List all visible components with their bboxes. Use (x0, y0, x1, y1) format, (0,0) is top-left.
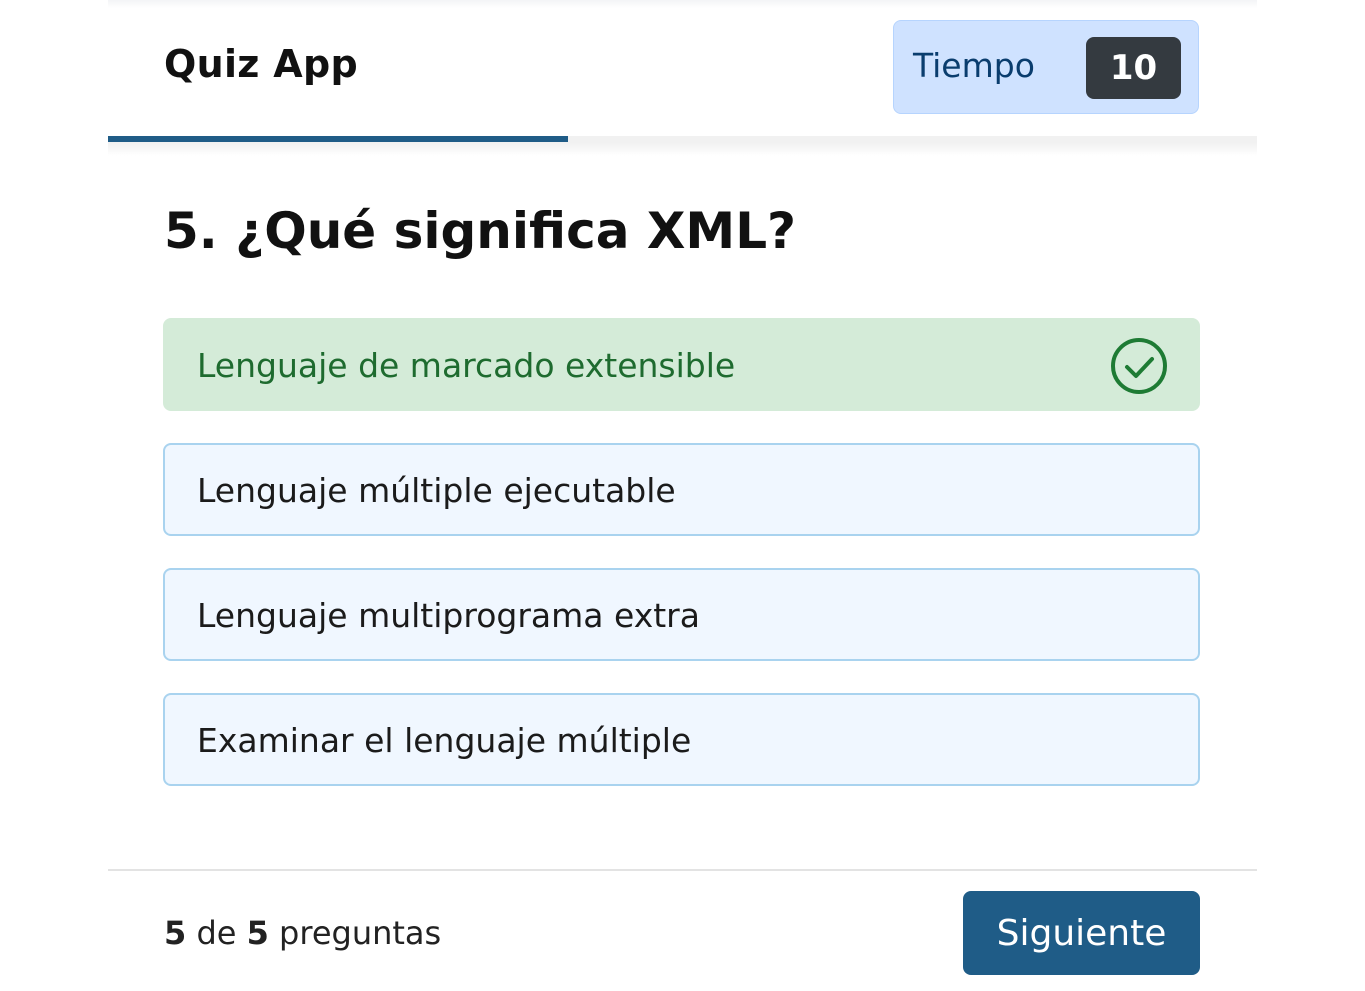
option-4[interactable]: Examinar el lenguaje múltiple (163, 693, 1200, 786)
question-counter: 5 de 5 preguntas (164, 914, 441, 952)
option-3[interactable]: Lenguaje multiprograma extra (163, 568, 1200, 661)
option-label: Examinar el lenguaje múltiple (197, 721, 692, 760)
counter-of: de (196, 914, 237, 952)
quiz-card: Quiz App Tiempo 10 5. ¿Qué significa XML… (108, 0, 1257, 991)
next-button[interactable]: Siguiente (963, 891, 1200, 975)
quiz-header: Quiz App Tiempo 10 (108, 0, 1257, 142)
question-text: 5. ¿Qué significa XML? (164, 202, 797, 260)
timer-box: Tiempo 10 (893, 20, 1199, 114)
counter-suffix: preguntas (279, 914, 442, 952)
option-label: Lenguaje múltiple ejecutable (197, 471, 676, 510)
timer-label: Tiempo (913, 46, 1035, 85)
option-1[interactable]: Lenguaje de marcado extensible (163, 318, 1200, 411)
option-2[interactable]: Lenguaje múltiple ejecutable (163, 443, 1200, 536)
option-label: Lenguaje multiprograma extra (197, 596, 700, 635)
option-label: Lenguaje de marcado extensible (197, 346, 736, 385)
check-circle-icon (1111, 338, 1167, 394)
counter-current: 5 (164, 914, 187, 952)
header-shadow (108, 142, 1257, 156)
counter-total: 5 (246, 914, 269, 952)
footer-divider (108, 869, 1257, 871)
app-title: Quiz App (164, 42, 358, 86)
timer-value: 10 (1086, 37, 1181, 99)
